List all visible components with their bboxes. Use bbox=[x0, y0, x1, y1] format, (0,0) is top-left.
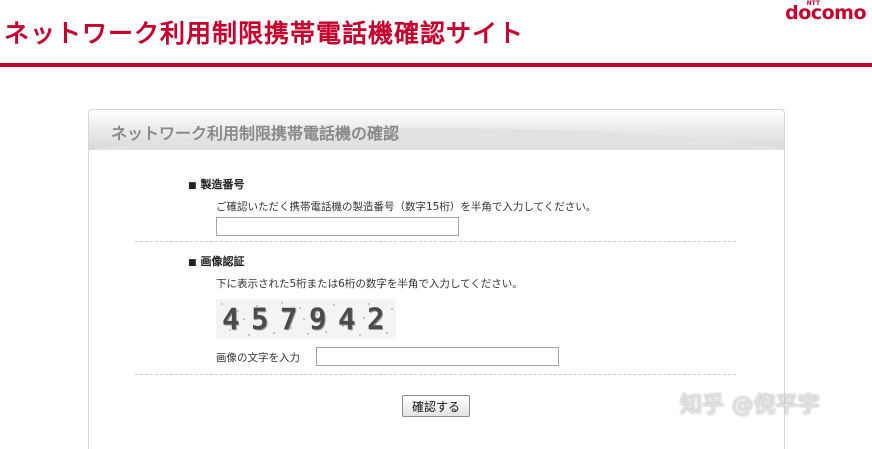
docomo-logo[interactable]: NTT docomo bbox=[776, 0, 866, 30]
captcha-label-text: 画像認証 bbox=[200, 255, 245, 268]
panel-header: ネットワーク利用制限携帯電話機の確認 bbox=[89, 110, 784, 150]
header-divider bbox=[0, 63, 872, 67]
confirm-button[interactable]: 確認する bbox=[402, 395, 470, 417]
watermark-text: 知乎 @倪平宇 bbox=[680, 393, 820, 418]
logo-brand-text: docomo bbox=[785, 2, 866, 24]
captcha-input-label: 画像の文字を入力 bbox=[216, 352, 300, 364]
site-title: ネットワーク利用制限携帯電話機確認サイト bbox=[4, 19, 525, 48]
captcha-digit: 7 bbox=[280, 302, 298, 336]
serial-help-text: ご確認いただく携帯電話機の製造番号（数字15桁）を半角で入力してください。 bbox=[216, 201, 597, 213]
serial-section-label: ■ 製造番号 bbox=[188, 176, 245, 192]
captcha-section-label: ■ 画像認証 bbox=[188, 253, 245, 269]
section-divider bbox=[135, 241, 736, 242]
bullet-icon: ■ bbox=[188, 258, 197, 268]
captcha-image: 4 5 7 9 4 2 bbox=[216, 299, 396, 339]
captcha-digit: 2 bbox=[367, 302, 385, 336]
panel-title: ネットワーク利用制限携帯電話機の確認 bbox=[111, 124, 400, 143]
bullet-icon: ■ bbox=[188, 181, 197, 191]
site-header: ネットワーク利用制限携帯電話機確認サイト NTT docomo bbox=[0, 0, 872, 70]
captcha-digit: 4 bbox=[338, 302, 356, 336]
section-divider bbox=[135, 374, 736, 375]
captcha-input[interactable] bbox=[316, 347, 559, 366]
captcha-digit: 4 bbox=[222, 302, 240, 336]
serial-number-input[interactable] bbox=[216, 217, 459, 236]
captcha-digit: 5 bbox=[251, 302, 269, 336]
captcha-help-text: 下に表示された5桁または6桁の数字を半角で入力してください。 bbox=[216, 278, 523, 290]
serial-label-text: 製造番号 bbox=[200, 178, 245, 191]
captcha-digit: 9 bbox=[309, 302, 327, 336]
